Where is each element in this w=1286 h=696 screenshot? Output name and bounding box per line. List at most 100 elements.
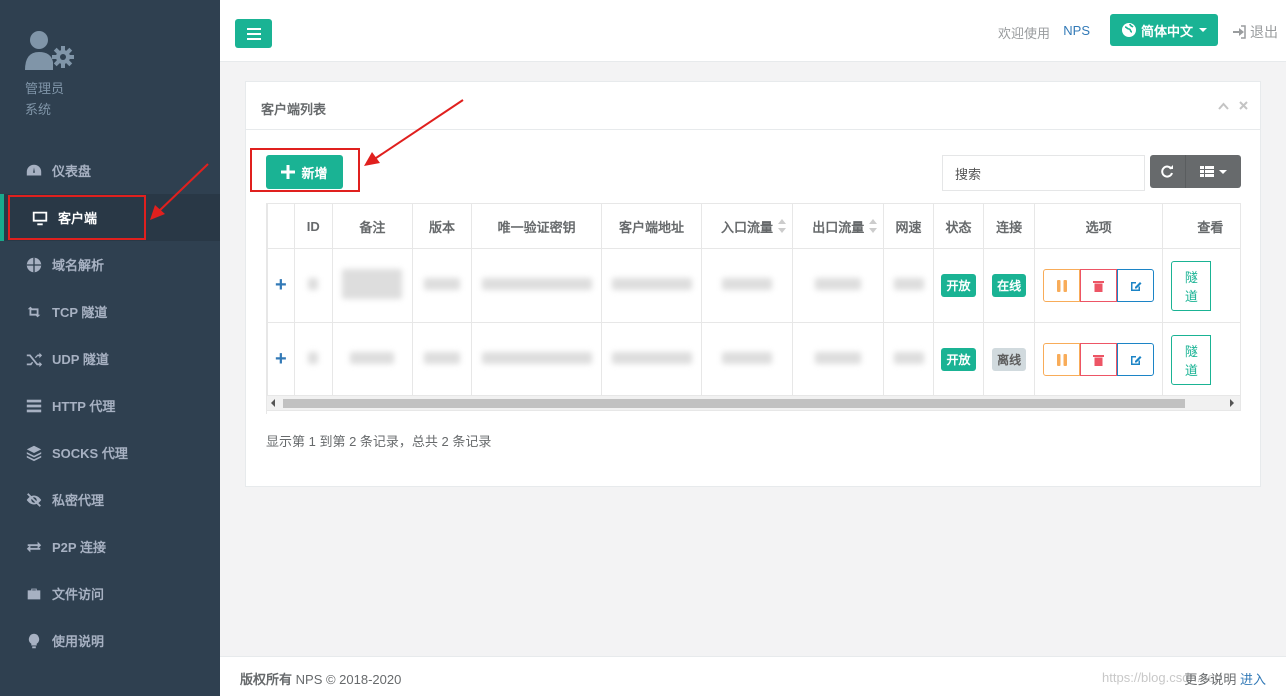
column-header[interactable]: 备注 [331, 203, 413, 249]
expand-column-header [267, 203, 295, 249]
annotation-box-add [250, 148, 360, 192]
column-header[interactable]: 版本 [411, 203, 473, 249]
copyright-label: 版权所有 [240, 672, 293, 687]
table-toolbar [1150, 155, 1241, 188]
language-dropdown[interactable]: 简体中文 [1110, 14, 1218, 46]
profile-role: 管理员 [25, 81, 65, 96]
sidebar-item-label: UDP 隧道 [52, 352, 109, 367]
column-header[interactable]: 客户端地址 [601, 203, 702, 249]
sidebar-item-secret[interactable]: 私密代理 [0, 476, 220, 523]
column-header[interactable]: 选项 [1033, 203, 1164, 249]
grid-icon [1199, 166, 1214, 177]
delete-button[interactable] [1080, 269, 1118, 302]
column-header-sortable[interactable]: 入口流量 [700, 203, 794, 249]
scroll-right-icon[interactable] [1230, 399, 1234, 407]
horizontal-scrollbar[interactable] [266, 395, 1241, 411]
redacted-cell [308, 278, 319, 290]
client-table: ID 备注 版本 唯一验证密钥 客户端地址 入口流量 出口流量 网速 状态 连接… [266, 203, 1241, 414]
redacted-cell [611, 278, 692, 290]
sidebar-item-label: TCP 隧道 [52, 305, 108, 320]
redacted-cell [424, 352, 460, 364]
caret-down-icon [1199, 28, 1207, 32]
redacted-cell [893, 352, 924, 364]
sidebar-item-label: 仪表盘 [52, 164, 92, 179]
sidebar-item-label: SOCKS 代理 [52, 446, 128, 461]
edit-icon [1130, 355, 1142, 365]
logout-label: 退出 [1250, 24, 1278, 40]
columns-dropdown-button[interactable] [1184, 155, 1241, 188]
user-settings-icon [25, 30, 77, 72]
pause-icon [1056, 353, 1067, 366]
sidebar-item-p2p[interactable]: P2P 连接 [0, 523, 220, 570]
row-options [1043, 269, 1155, 302]
pause-button[interactable] [1043, 269, 1081, 302]
edit-button[interactable] [1117, 269, 1155, 302]
globe-icon [1121, 23, 1136, 37]
panel-tools [1218, 98, 1248, 113]
connection-badge: 离线 [992, 348, 1027, 371]
sidebar-item-help[interactable]: 使用说明 [0, 617, 220, 664]
redacted-cell [308, 352, 319, 364]
scroll-left-icon[interactable] [271, 399, 275, 407]
redacted-cell [815, 352, 862, 364]
hamburger-icon [246, 27, 261, 40]
copyright: 版权所有 NPS © 2018-2020 [240, 669, 401, 688]
sidebar-item-files[interactable]: 文件访问 [0, 570, 220, 617]
status-badge: 开放 [941, 274, 976, 297]
lightbulb-icon [24, 631, 44, 651]
logout-button[interactable]: 退出 [1232, 22, 1278, 42]
random-icon [24, 349, 44, 369]
expand-row-icon[interactable]: + [275, 348, 287, 370]
retweet-icon [24, 302, 44, 322]
more-link[interactable]: 进入 [1240, 672, 1266, 687]
column-header[interactable]: ID [293, 203, 333, 249]
globe-icon [24, 255, 44, 275]
table-header-row: ID 备注 版本 唯一验证密钥 客户端地址 入口流量 出口流量 网速 状态 连接… [267, 203, 1241, 249]
tunnel-button[interactable]: 隧道 [1171, 334, 1212, 385]
sidebar-item-label: 使用说明 [52, 634, 105, 649]
column-header-sortable[interactable]: 出口流量 [792, 203, 885, 249]
status-badge: 开放 [941, 348, 976, 371]
redacted-cell [893, 278, 924, 290]
expand-row-icon[interactable]: + [275, 274, 287, 296]
redacted-cell [350, 352, 395, 364]
panel-header: 客户端列表 [246, 82, 1260, 130]
brand-link[interactable]: NPS [1063, 23, 1090, 38]
search-input[interactable]: 搜索 [942, 155, 1145, 191]
sidebar-item-dashboard[interactable]: 仪表盘 [0, 147, 220, 194]
eye-slash-icon [24, 490, 44, 510]
table-row: + 开放 离线 隧 道 [267, 322, 1241, 397]
close-icon[interactable] [1239, 98, 1248, 113]
pause-button[interactable] [1043, 343, 1081, 376]
column-header[interactable]: 状态 [932, 203, 985, 249]
sidebar-item-http[interactable]: HTTP 代理 [0, 382, 220, 429]
sidebar-item-domain[interactable]: 域名解析 [0, 241, 220, 288]
pagination-info: 显示第 1 到第 2 条记录，总共 2 条记录 [266, 434, 492, 449]
edit-button[interactable] [1117, 343, 1155, 376]
column-header[interactable]: 网速 [883, 203, 934, 249]
tunnel-button[interactable]: 隧道 [1171, 260, 1212, 311]
sidebar-item-label: 域名解析 [52, 258, 105, 273]
refresh-button[interactable] [1150, 155, 1185, 188]
menu-toggle-button[interactable] [235, 19, 272, 48]
delete-button[interactable] [1080, 343, 1118, 376]
redacted-cell [424, 278, 460, 290]
sidebar-item-label: 私密代理 [52, 493, 105, 508]
scrollbar-thumb[interactable] [283, 399, 1185, 408]
sign-out-icon [1233, 25, 1246, 39]
sidebar-item-tcp[interactable]: TCP 隧道 [0, 288, 220, 335]
column-header[interactable]: 查看 [1162, 203, 1241, 249]
footer: 版权所有 NPS © 2018-2020 https://blog.csdn.n… [220, 656, 1286, 696]
layers-icon [24, 443, 44, 463]
edit-icon [1130, 281, 1142, 291]
column-header[interactable]: 唯一验证密钥 [471, 203, 603, 249]
sidebar: 管理员 系统 仪表盘 客户端 域名解析 TCP 隧道 UDP 隧道 HTTP 代… [0, 0, 220, 696]
sidebar-item-udp[interactable]: UDP 隧道 [0, 335, 220, 382]
row-options [1043, 343, 1155, 376]
connection-badge: 在线 [992, 274, 1027, 297]
language-label: 简体中文 [1140, 23, 1193, 39]
collapse-icon[interactable] [1218, 98, 1229, 113]
sidebar-item-socks[interactable]: SOCKS 代理 [0, 429, 220, 476]
column-header[interactable]: 连接 [983, 203, 1035, 249]
copyright-text: NPS © 2018-2020 [295, 672, 402, 687]
